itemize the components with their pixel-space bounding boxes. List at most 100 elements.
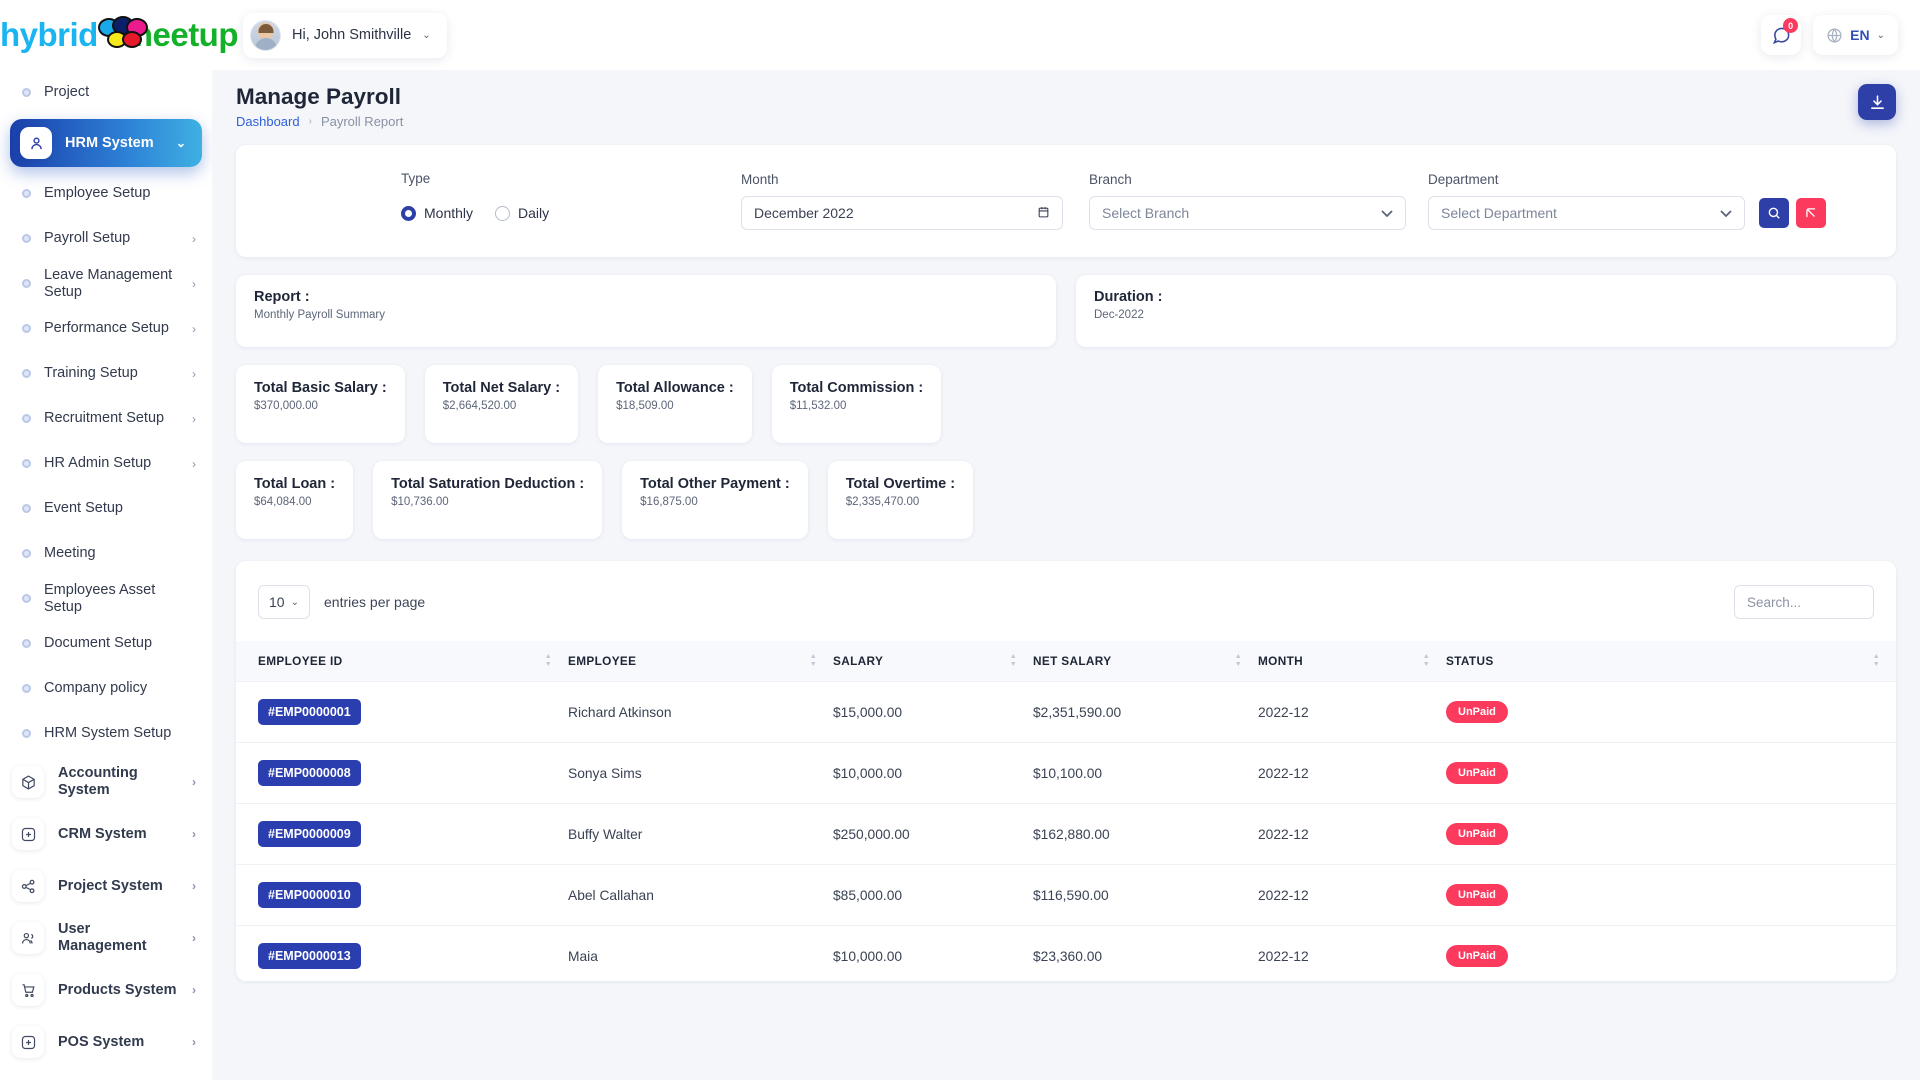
sort-icon[interactable]: ▲ ▼ — [810, 653, 817, 668]
calendar-icon[interactable] — [1037, 205, 1050, 222]
cell-net-salary: $162,880.00 — [1033, 803, 1258, 865]
sidebar-item-leave-management-setup[interactable]: Leave Management Setup › — [0, 261, 212, 306]
employee-id-badge[interactable]: #EMP0000013 — [258, 943, 361, 969]
sidebar-item-event-setup[interactable]: Event Setup — [0, 486, 212, 531]
summary-card-value: Dec-2022 — [1094, 309, 1144, 321]
radio-daily[interactable]: Daily — [495, 205, 549, 221]
employee-id-badge[interactable]: #EMP0000001 — [258, 699, 361, 725]
chevron-right-icon: ⌄ — [175, 136, 186, 150]
table-row[interactable]: #EMP0000013 Maia $10,000.00 $23,360.00 2022-… — [236, 925, 1896, 981]
table-search-placeholder: Search... — [1747, 594, 1802, 610]
table-row[interactable]: #EMP0000008 Sonya Sims $10,000.00 $10,100.0… — [236, 742, 1896, 804]
col-header-employee[interactable]: EMPLOYEE ▲ ▼ — [568, 641, 833, 682]
table-row[interactable]: #EMP0000010 Abel Callahan $85,000.00 $116,5… — [236, 864, 1896, 926]
employee-id-badge[interactable]: #EMP0000010 — [258, 882, 361, 908]
main-content: Manage Payroll Dashboard › Payroll Repor… — [212, 70, 1920, 1080]
sidebar-item-user-management[interactable]: User Management › — [0, 912, 212, 964]
sidebar-item-project-system[interactable]: Project System › — [0, 860, 212, 912]
sidebar-item-accounting-system[interactable]: Accounting System › — [0, 756, 212, 808]
sidebar-item-label: Leave Management Setup — [44, 266, 173, 300]
page-title: Manage Payroll — [236, 84, 402, 109]
radio-daily-circle[interactable] — [495, 205, 511, 221]
sidebar-item-recruitment-setup[interactable]: Recruitment Setup › — [0, 396, 212, 441]
type-radio-group[interactable]: Monthly Daily — [401, 195, 701, 231]
sidebar-item-products-system[interactable]: Products System › — [0, 964, 212, 1016]
download-button[interactable] — [1858, 84, 1896, 120]
radio-monthly-circle[interactable] — [401, 205, 416, 221]
sidebar-item-label: HRM System Setup — [44, 725, 172, 742]
radio-daily-label: Daily — [518, 205, 550, 221]
sidebar-item-training-setup[interactable]: Training Setup › — [0, 351, 212, 396]
sidebar-item-performance-setup[interactable]: Performance Setup › — [0, 306, 212, 351]
bullet-icon — [22, 189, 31, 198]
sort-icon[interactable]: ▲ ▼ — [545, 653, 552, 668]
cell-salary: $10,000.00 — [833, 742, 1033, 804]
cell-month: 2022-12 — [1258, 864, 1446, 926]
sidebar-item-hrm-system[interactable]: HRM System ⌄ — [10, 119, 202, 167]
status-badge: UnPaid — [1446, 945, 1508, 967]
cell-net-salary: $10,100.00 — [1033, 742, 1258, 804]
table-search-input[interactable]: Search... — [1734, 585, 1874, 619]
col-header-salary[interactable]: SALARY ▲ ▼ — [833, 641, 1033, 682]
branch-select[interactable]: Select Branch — [1089, 196, 1406, 230]
sidebar-item-hr-admin-setup[interactable]: HR Admin Setup › — [0, 441, 212, 486]
reset-filter-button[interactable] — [1796, 198, 1826, 228]
stat-card-value: $2,664,520.00 — [442, 400, 517, 412]
sidebar-item-meeting[interactable]: Meeting — [0, 531, 212, 576]
bullet-icon — [22, 639, 31, 648]
stat-card-title: Total Overtime : — [845, 476, 956, 492]
cell-status: UnPaid — [1446, 864, 1896, 926]
table-row[interactable]: #EMP0000001 Richard Atkinson $15,000.00 $2,… — [236, 681, 1896, 743]
sort-icon[interactable]: ▲ ▼ — [1235, 653, 1242, 668]
sidebar-item-crm-system[interactable]: CRM System › — [0, 808, 212, 860]
sidebar-item-payroll-setup[interactable]: Payroll Setup › — [0, 216, 212, 261]
sort-icon[interactable]: ▲ ▼ — [1010, 653, 1017, 668]
sidebar-item-employees-asset-setup[interactable]: Employees Asset Setup — [0, 576, 212, 621]
sidebar-item-company-policy[interactable]: Company policy — [0, 666, 212, 711]
col-header-employee-id[interactable]: EMPLOYEE ID ▲ ▼ — [236, 641, 568, 682]
sidebar-item-label: Recruitment Setup — [44, 410, 165, 427]
entries-per-page-select[interactable]: 10 ⌄ — [258, 585, 310, 619]
bullet-icon — [22, 414, 31, 423]
sidebar[interactable]: Project HRM System ⌄ Employee Setup Payroll … — [0, 70, 212, 1080]
branch-value: Select Branch — [1102, 205, 1190, 221]
sidebar-item-label: User Management — [58, 921, 147, 954]
chevron-down-icon: ⌄ — [1876, 29, 1885, 41]
department-select[interactable]: Select Department — [1428, 196, 1745, 230]
filter-panel: Type Monthly Daily Month December 2022 B… — [236, 145, 1896, 257]
month-input[interactable]: December 2022 — [741, 196, 1063, 230]
chevron-down-icon — [1720, 206, 1732, 221]
language-selector[interactable]: EN ⌄ — [1813, 15, 1898, 55]
chevron-right-icon: › — [192, 931, 196, 945]
employee-id-badge[interactable]: #EMP0000008 — [258, 760, 361, 786]
sidebar-item-project[interactable]: Project — [0, 70, 212, 115]
language-label: EN — [1850, 27, 1870, 43]
department-label: Department — [1428, 172, 1499, 187]
col-header-net-salary[interactable]: NET SALARY ▲ ▼ — [1033, 641, 1258, 682]
radio-monthly-label: Monthly — [424, 205, 474, 221]
chevron-right-icon: › — [192, 276, 196, 291]
sidebar-item-document-setup[interactable]: Document Setup — [0, 621, 212, 666]
sidebar-item-hrm-system-setup[interactable]: HRM System Setup — [0, 711, 212, 756]
status-badge: UnPaid — [1446, 823, 1508, 845]
sidebar-item-employee-setup[interactable]: Employee Setup — [0, 171, 212, 216]
col-label: STATUS — [1446, 654, 1494, 668]
app-logo[interactable]: hybrid meetup — [0, 16, 239, 54]
top-bar-actions: 0 EN ⌄ — [1761, 15, 1920, 55]
table-row[interactable]: #EMP0000009 Buffy Walter $250,000.00 $162,8… — [236, 803, 1896, 865]
col-header-status[interactable]: STATUS ▲ ▼ — [1446, 641, 1896, 682]
bullet-icon — [22, 234, 31, 243]
search-filter-button[interactable] — [1759, 198, 1789, 228]
radio-monthly[interactable]: Monthly — [401, 205, 473, 221]
user-menu[interactable]: Hi, John Smithville ⌄ — [243, 12, 447, 58]
page-header: Manage Payroll Dashboard › Payroll Repor… — [212, 70, 1920, 129]
col-header-month[interactable]: MONTH ▲ ▼ — [1258, 641, 1446, 682]
sort-icon[interactable]: ▲ ▼ — [1873, 653, 1880, 668]
breadcrumb-dashboard[interactable]: Dashboard — [236, 114, 300, 129]
filter-department: Department Select Department — [1428, 172, 1745, 230]
employee-id-badge[interactable]: #EMP0000009 — [258, 821, 361, 847]
sort-icon[interactable]: ▲ ▼ — [1423, 653, 1430, 668]
messages-button[interactable]: 0 — [1761, 15, 1802, 55]
summary-card: Report : Monthly Payroll Summary — [236, 275, 1056, 347]
sidebar-item-pos-system[interactable]: POS System › — [0, 1016, 212, 1068]
